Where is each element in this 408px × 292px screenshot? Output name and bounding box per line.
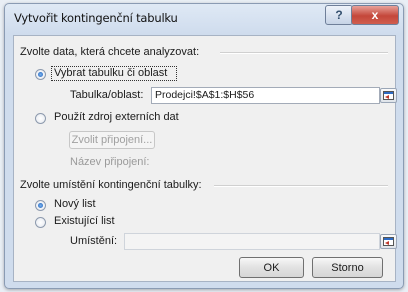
- collapse-dialog-button[interactable]: [380, 88, 397, 103]
- ok-button-label: OK: [263, 261, 280, 274]
- location-label: Umístění:: [70, 235, 118, 247]
- location-collapse-button[interactable]: [380, 234, 397, 249]
- table-range-input[interactable]: Prodejci!$A$1:$H$56: [151, 87, 380, 104]
- radio-existing-sheet[interactable]: [35, 217, 46, 228]
- radio-external-source-label[interactable]: Použít zdroj externích dat: [54, 111, 179, 123]
- close-button[interactable]: x: [351, 5, 399, 25]
- title-bar[interactable]: Vytvořit kontingenční tabulku ? x: [5, 4, 403, 30]
- radio-new-sheet-label[interactable]: Nový list: [54, 198, 96, 210]
- radio-external-source[interactable]: [35, 113, 46, 124]
- table-range-label: Tabulka/oblast:: [70, 89, 144, 101]
- dialog-title: Vytvořit kontingenční tabulku: [14, 11, 178, 25]
- pivot-table-dialog: Vytvořit kontingenční tabulku ? x Zvolte…: [4, 3, 404, 289]
- help-icon: ?: [335, 8, 343, 22]
- radio-table-range-label[interactable]: Vybrat tabulku či oblast: [54, 67, 167, 79]
- choose-connection-label: Zvolit připojení...: [71, 134, 153, 146]
- ok-button[interactable]: OK: [239, 257, 304, 278]
- location-section-heading: Zvolte umístění kontingenční tabulky:: [20, 179, 202, 191]
- radio-existing-sheet-label[interactable]: Existující list: [54, 215, 115, 227]
- section-divider: [220, 52, 388, 54]
- dialog-body: Zvolte data, která chcete analyzovat: Vy…: [13, 35, 397, 282]
- radio-new-sheet[interactable]: [35, 200, 46, 211]
- radio-table-range[interactable]: [35, 69, 46, 80]
- data-section-heading: Zvolte data, která chcete analyzovat:: [20, 46, 200, 58]
- location-input[interactable]: [124, 233, 380, 250]
- range-select-icon: [383, 91, 394, 100]
- section-divider: [214, 185, 388, 187]
- cancel-button-label: Storno: [331, 261, 364, 274]
- cancel-button[interactable]: Storno: [312, 257, 383, 278]
- help-button[interactable]: ?: [325, 5, 353, 25]
- close-icon: x: [371, 8, 379, 22]
- range-select-icon: [383, 237, 394, 246]
- connection-name-label: Název připojení:: [70, 156, 150, 168]
- choose-connection-button[interactable]: Zvolit připojení...: [69, 131, 155, 149]
